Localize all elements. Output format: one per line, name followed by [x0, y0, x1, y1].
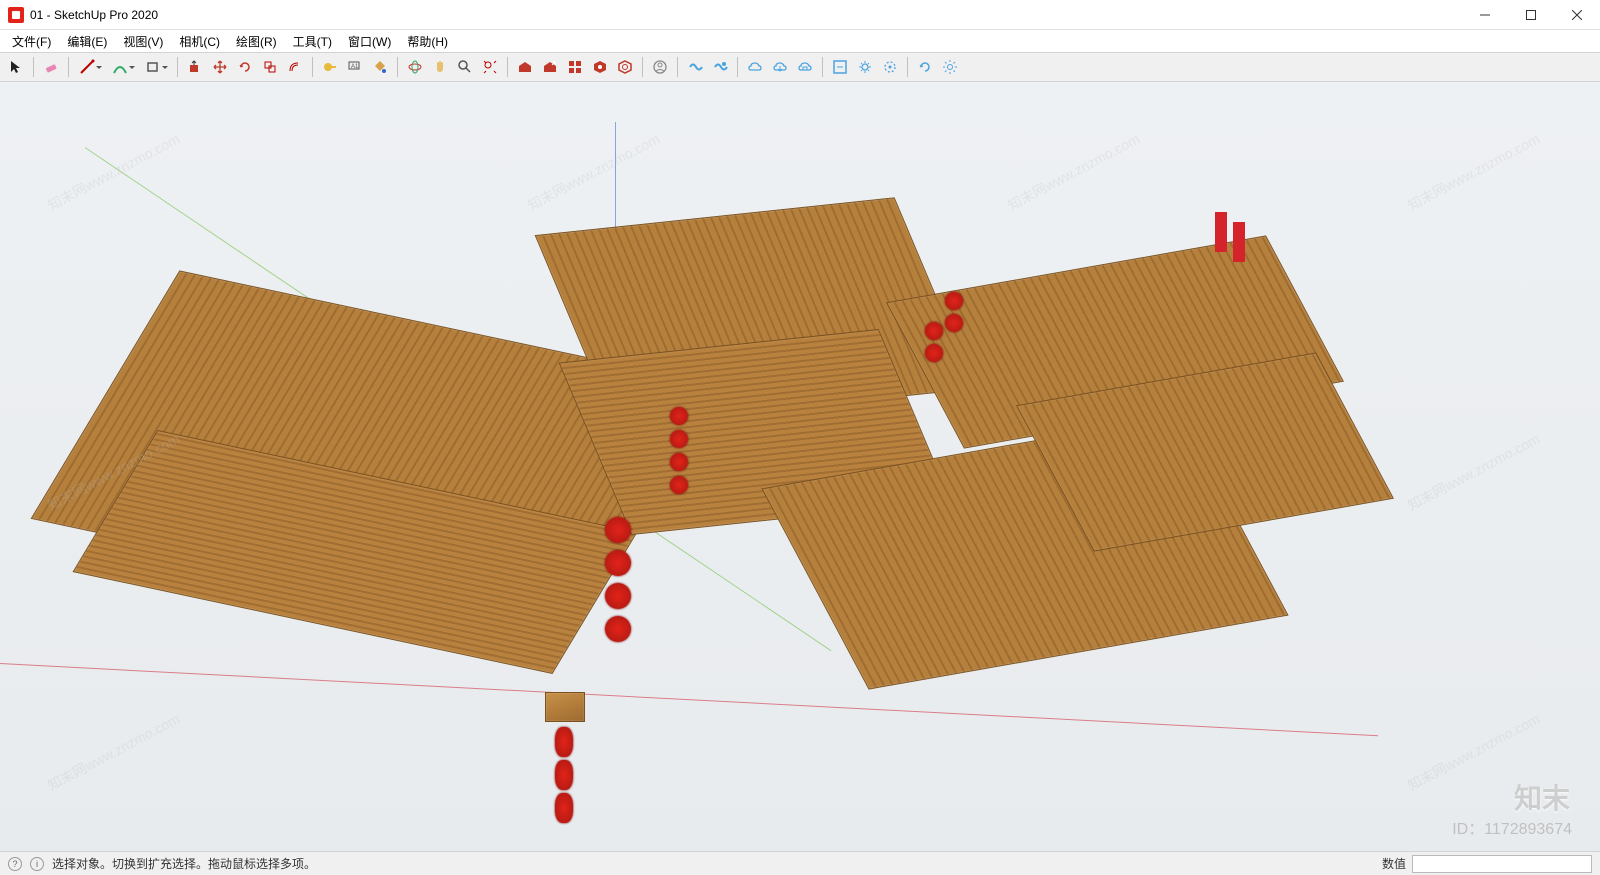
- toolbar-separator: [507, 57, 508, 77]
- menu-view[interactable]: 视图(V): [115, 31, 171, 52]
- cloud-tool-3[interactable]: [793, 55, 817, 79]
- orbit-tool[interactable]: [403, 55, 427, 79]
- extension-manager-tool[interactable]: [613, 55, 637, 79]
- zoom-tool[interactable]: [453, 55, 477, 79]
- status-help-icon[interactable]: ?: [8, 857, 22, 871]
- status-info-icon[interactable]: i: [30, 857, 44, 871]
- move-tool[interactable]: [208, 55, 232, 79]
- svg-text:A1: A1: [351, 64, 359, 70]
- menu-file[interactable]: 文件(F): [4, 31, 59, 52]
- toolbar-separator: [737, 57, 738, 77]
- plugin-tool-settings[interactable]: [938, 55, 962, 79]
- plugin-tool-gear[interactable]: [853, 55, 877, 79]
- signin-button[interactable]: [648, 55, 672, 79]
- toolbar-separator: [642, 57, 643, 77]
- model-id-label: ID：1172893674: [1452, 815, 1572, 839]
- cloud-tool-2[interactable]: [768, 55, 792, 79]
- viewport[interactable]: 知末网www.znzmo.com 知末网www.znzmo.com 知末网www…: [0, 82, 1600, 851]
- select-tool[interactable]: [4, 55, 28, 79]
- app-icon: [8, 7, 24, 23]
- offset-tool[interactable]: [283, 55, 307, 79]
- plugin-tool-2[interactable]: [708, 55, 732, 79]
- scale-tool[interactable]: [258, 55, 282, 79]
- toolbar-separator: [397, 57, 398, 77]
- menu-camera[interactable]: 相机(C): [171, 31, 228, 52]
- arc-tool[interactable]: [107, 55, 139, 79]
- eraser-tool[interactable]: [39, 55, 63, 79]
- toolbar: A1: [0, 52, 1600, 82]
- line-tool[interactable]: [74, 55, 106, 79]
- extension-warehouse-tool[interactable]: [588, 55, 612, 79]
- toolbar-separator: [177, 57, 178, 77]
- pushpull-tool[interactable]: [183, 55, 207, 79]
- zoom-extents-tool[interactable]: [478, 55, 502, 79]
- plugin-tool-refresh[interactable]: [913, 55, 937, 79]
- maximize-button[interactable]: [1508, 0, 1554, 30]
- brand-watermark: 知末: [1514, 777, 1570, 817]
- menu-draw[interactable]: 绘图(R): [228, 31, 285, 52]
- cloud-tool-1[interactable]: [743, 55, 767, 79]
- measurement-input[interactable]: [1412, 855, 1592, 873]
- titlebar: 01 - SketchUp Pro 2020: [0, 0, 1600, 30]
- model-3d: [75, 172, 1495, 832]
- statusbar: ? i 选择对象。切换到扩充选择。拖动鼠标选择多项。 数值: [0, 851, 1600, 875]
- menu-tools[interactable]: 工具(T): [285, 31, 340, 52]
- window-title: 01 - SketchUp Pro 2020: [30, 8, 158, 22]
- plugin-tool-1[interactable]: [683, 55, 707, 79]
- menu-window[interactable]: 窗口(W): [340, 31, 399, 52]
- toolbar-separator: [68, 57, 69, 77]
- plugin-tool-box[interactable]: [828, 55, 852, 79]
- toolbar-separator: [822, 57, 823, 77]
- toolbar-separator: [312, 57, 313, 77]
- window-controls: [1462, 0, 1600, 30]
- toolbar-separator: [907, 57, 908, 77]
- toolbar-separator: [677, 57, 678, 77]
- plugin-tool-target[interactable]: [878, 55, 902, 79]
- tape-tool[interactable]: [318, 55, 342, 79]
- menu-edit[interactable]: 编辑(E): [59, 31, 115, 52]
- warehouse-red-tool[interactable]: [513, 55, 537, 79]
- menubar: 文件(F) 编辑(E) 视图(V) 相机(C) 绘图(R) 工具(T) 窗口(W…: [0, 30, 1600, 52]
- status-hint-text: 选择对象。切换到扩充选择。拖动鼠标选择多项。: [52, 855, 316, 872]
- rotate-tool[interactable]: [233, 55, 257, 79]
- measurement-label: 数值: [1382, 855, 1406, 872]
- close-button[interactable]: [1554, 0, 1600, 30]
- text-tool[interactable]: A1: [343, 55, 367, 79]
- minimize-button[interactable]: [1462, 0, 1508, 30]
- shape-tool[interactable]: [140, 55, 172, 79]
- pan-tool[interactable]: [428, 55, 452, 79]
- components-tool[interactable]: [563, 55, 587, 79]
- menu-help[interactable]: 帮助(H): [399, 31, 456, 52]
- paint-tool[interactable]: [368, 55, 392, 79]
- toolbar-separator: [33, 57, 34, 77]
- warehouse-share-tool[interactable]: [538, 55, 562, 79]
